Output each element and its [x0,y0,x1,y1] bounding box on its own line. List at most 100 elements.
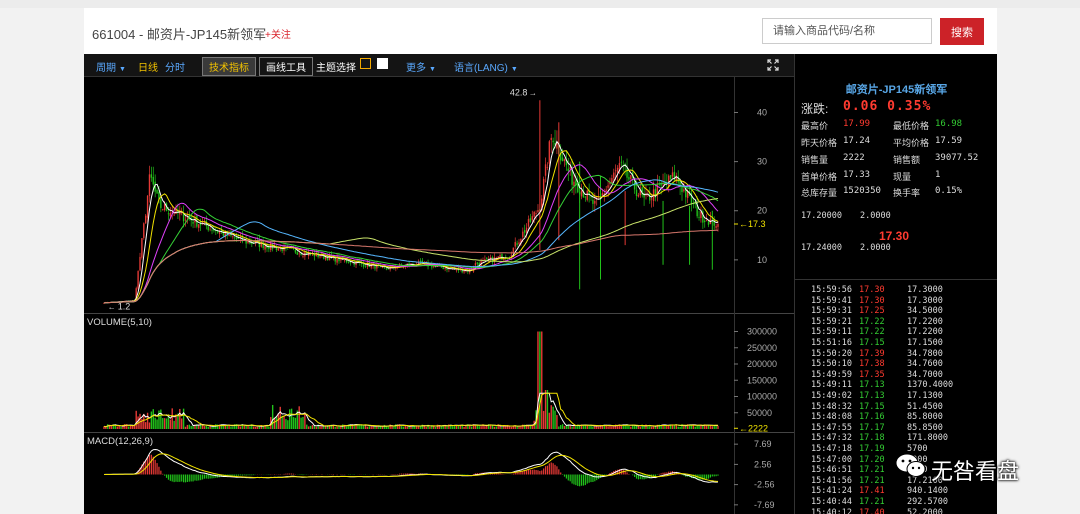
toolbar-item-1[interactable]: 日线 [138,59,158,74]
macd-histogram-bar [529,469,531,475]
tick-row: 15:50:10 17.38 34.7600 [795,359,997,370]
candle-body [209,228,211,230]
quote-label: 现量 [893,172,912,182]
toolbar-item-5[interactable]: 主题选择 [316,59,356,74]
quote-value: 17.24 [843,136,871,146]
macd-histogram-bar [550,462,552,475]
volume-bar [254,427,257,429]
macd-histogram-bar [571,474,573,484]
toolbar-item-label: 技术指标 [209,63,249,74]
search-button[interactable]: 搜索 [940,18,984,45]
volume-bar [144,422,147,429]
macd-histogram-bar [543,468,545,475]
page-header: 661004 - 邮资片-JP145新领军 +关注 搜索 [84,8,997,54]
candle-body [548,141,551,164]
tick-qty: 34.7600 [907,359,943,370]
last-price: 17.30 [879,229,910,243]
macd-histogram-bar [169,474,171,481]
search-input[interactable] [762,18,932,44]
volume-bar [345,426,348,429]
macd-histogram-bar [707,474,710,479]
candle-body [518,242,520,245]
volume-bar [478,426,480,429]
quote-value: 39077.52 [935,153,979,163]
candle-body [486,258,488,259]
bid-qty: 2.0000 [860,243,891,253]
candle-body [535,213,537,215]
candle-body [503,258,505,261]
theme-swatch-1[interactable] [377,58,388,69]
toolbar-item-label: 更多 [406,63,426,74]
tick-row: 15:47:32 17.18 171.8000 [795,433,997,444]
volume-bar [222,426,225,429]
macd-histogram-bar [408,473,410,475]
candle-body [620,161,623,163]
macd-histogram-bar [605,474,607,476]
candle-body [614,170,617,172]
macd-histogram-bar [184,474,187,483]
fullscreen-icon[interactable] [767,59,779,71]
volume-bar [304,413,306,429]
theme-swatch-0[interactable] [360,58,371,69]
candle-body [198,224,200,228]
toolbar-item-2[interactable]: 分时 [165,59,185,74]
tick-time: 15:50:20 [811,348,852,359]
volume-bar [167,416,170,429]
volume-bar [302,416,304,429]
candle-body [590,196,592,198]
macd-histogram-bar [285,473,287,475]
candle-body [192,221,194,224]
volume-bar [404,425,407,429]
candle-body [527,219,530,227]
tick-row: 15:48:32 17.15 51.4500 [795,402,997,413]
volume-bar [190,425,192,429]
toolbar-item-6[interactable]: 更多 ▼ [406,59,436,74]
follow-link[interactable]: +关注 [265,26,291,41]
candle-body [683,189,685,192]
macd-histogram-bar [192,474,194,482]
toolbar-item-3[interactable]: 技术指标 [202,57,256,76]
macd-histogram-bar [243,474,245,476]
macd-histogram-bar [237,474,240,476]
candle-body [618,163,621,170]
kline-chart[interactable]: 40 30 20 10 42.8 → ← 1.2 ←17.3 VOLUME(5,10) 300000… [84,77,794,514]
toolbar-item-7[interactable]: 语言(LANG) ▼ [454,59,518,74]
change-value: 0.06 0.35% [843,99,932,114]
volume-bar [146,412,149,429]
tick-qty: 85.8000 [907,412,943,423]
volume-bar [319,426,321,429]
toolbar-item-4[interactable]: 画线工具 [259,57,313,76]
macd-histogram-bar [563,474,566,477]
volume-bar [169,419,172,429]
macd-histogram-bar [182,474,185,483]
tick-qty: 17.3000 [907,295,943,306]
volume-tick-label: 150000 [747,375,777,385]
candle-body [552,140,554,143]
candle-body [704,220,706,223]
tick-price: 17.39 [859,348,885,359]
macd-histogram-bar [232,474,234,476]
tick-time: 15:59:21 [811,316,852,327]
top-band [0,0,1080,8]
toolbar-item-0[interactable]: 周期 ▼ [96,59,126,74]
tick-price: 17.19 [859,444,885,454]
volume-bar [173,420,175,429]
moving-average-line [103,174,719,304]
macd-histogram-bar [552,463,554,475]
macd-histogram-bar [548,463,550,475]
macd-histogram-bar [560,472,562,475]
volume-bar [575,425,577,429]
volume-bar [271,404,274,429]
tick-row: 15:59:41 17.30 17.3000 [795,296,997,307]
volume-ma-line [103,392,718,428]
price-tick-label: 10 [757,255,767,265]
macd-histogram-bar [203,474,206,479]
macd-histogram-bar [565,474,567,479]
macd-histogram-bar [711,474,713,477]
volume-bar [148,422,151,429]
volume-bar [184,426,187,429]
tick-time: 15:59:11 [811,327,852,338]
macd-histogram-bar [171,474,173,482]
macd-histogram-bar [215,474,217,478]
candle-body [173,214,175,216]
